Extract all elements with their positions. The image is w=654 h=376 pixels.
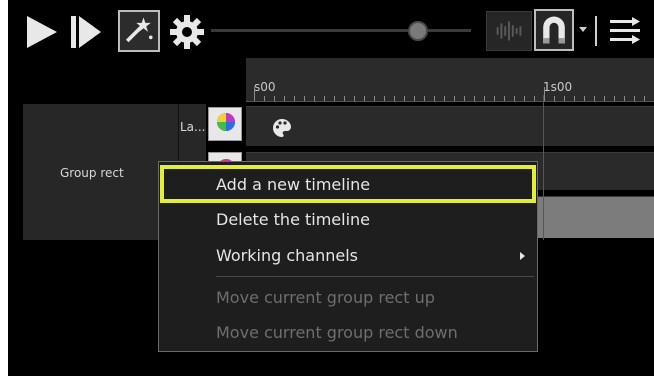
- app-frame: s00 1s00 Group rect La... Add a new time…: [8, 0, 654, 376]
- menu-item-delete-timeline[interactable]: Delete the timeline: [159, 203, 537, 237]
- play-icon[interactable]: [25, 12, 59, 52]
- ruler-tick: [294, 96, 295, 101]
- menu-separator: [216, 276, 534, 277]
- submenu-arrow-icon: [520, 252, 525, 260]
- ruler-tick: [474, 96, 475, 101]
- snap-magnet-button[interactable]: [534, 9, 574, 51]
- ruler-tick: [384, 96, 385, 101]
- zoom-slider-knob[interactable]: [408, 21, 428, 41]
- ruler-tick: [334, 96, 335, 101]
- palette-icon: [273, 119, 291, 137]
- menu-item-label: Working channels: [216, 246, 358, 265]
- ruler-tick: [534, 96, 535, 101]
- color-wheel-icon: [217, 113, 235, 131]
- ruler-label-start: s00: [254, 80, 276, 94]
- ruler-tick: [344, 96, 345, 101]
- ruler-tick: [504, 96, 505, 101]
- playhead[interactable]: [543, 95, 544, 240]
- ruler-tick: [444, 96, 445, 101]
- sort-list-icon[interactable]: [608, 14, 642, 48]
- ruler-tick: [454, 96, 455, 101]
- ruler-tick: [524, 96, 525, 101]
- ruler-tick: [624, 96, 625, 101]
- step-forward-icon[interactable]: [69, 12, 103, 52]
- ruler-tick: [404, 96, 405, 101]
- ruler-tick: [324, 96, 325, 101]
- menu-item-move-group-up: Move current group rect up: [216, 288, 435, 307]
- toolbar: [8, 0, 654, 58]
- zoom-slider-track[interactable]: [211, 29, 471, 32]
- ruler-tick: [604, 96, 605, 101]
- ruler-tick: [414, 96, 415, 101]
- ruler-tick: [644, 96, 645, 101]
- ruler-tick: [554, 96, 555, 101]
- menu-item-working-channels[interactable]: Working channels: [159, 239, 537, 273]
- ruler-tick: [494, 96, 495, 101]
- time-ruler[interactable]: s00 1s00: [246, 58, 654, 102]
- ruler-tick: [374, 96, 375, 101]
- ruler-tick: [354, 96, 355, 101]
- ruler-tick: [424, 96, 425, 101]
- ruler-tick: [574, 96, 575, 101]
- ruler-tick: [594, 96, 595, 101]
- ruler-tick: [434, 96, 435, 101]
- ruler-label-1s: 1s00: [543, 80, 573, 94]
- menu-item-move-group-down: Move current group rect down: [216, 323, 458, 342]
- ruler-tick: [544, 87, 545, 101]
- ruler-tick: [514, 96, 515, 101]
- timeline-track[interactable]: [246, 106, 654, 146]
- magic-wand-button[interactable]: [118, 10, 160, 52]
- ruler-tick: [484, 96, 485, 101]
- group-panel[interactable]: Group rect: [23, 104, 178, 240]
- ruler-tick: [264, 96, 265, 101]
- ruler-tick: [564, 96, 565, 101]
- layer-label: La...: [180, 120, 206, 134]
- waveform-icon: [496, 21, 522, 41]
- context-menu: Add a new timeline Delete the timeline W…: [158, 161, 538, 352]
- ruler-tick: [274, 96, 275, 101]
- group-label: Group rect: [60, 166, 124, 180]
- waveform-button[interactable]: [486, 11, 532, 51]
- magnet-icon: [543, 16, 565, 44]
- ruler-tick: [614, 96, 615, 101]
- ruler-tick: [464, 96, 465, 101]
- ruler-tick: [254, 87, 255, 101]
- ruler-tick: [304, 96, 305, 101]
- ruler-tick: [634, 96, 635, 101]
- ruler-tick: [314, 96, 315, 101]
- ruler-tick: [364, 96, 365, 101]
- ruler-tick: [284, 96, 285, 101]
- magic-wand-icon: [125, 17, 153, 43]
- layer-thumbnail[interactable]: [208, 107, 242, 141]
- toolbar-divider: [595, 16, 597, 46]
- ruler-tick: [394, 96, 395, 101]
- menu-item-add-timeline[interactable]: Add a new timeline: [159, 168, 537, 202]
- gear-icon[interactable]: [168, 12, 206, 52]
- ruler-tick: [584, 96, 585, 101]
- dropdown-arrow-icon[interactable]: [578, 22, 588, 36]
